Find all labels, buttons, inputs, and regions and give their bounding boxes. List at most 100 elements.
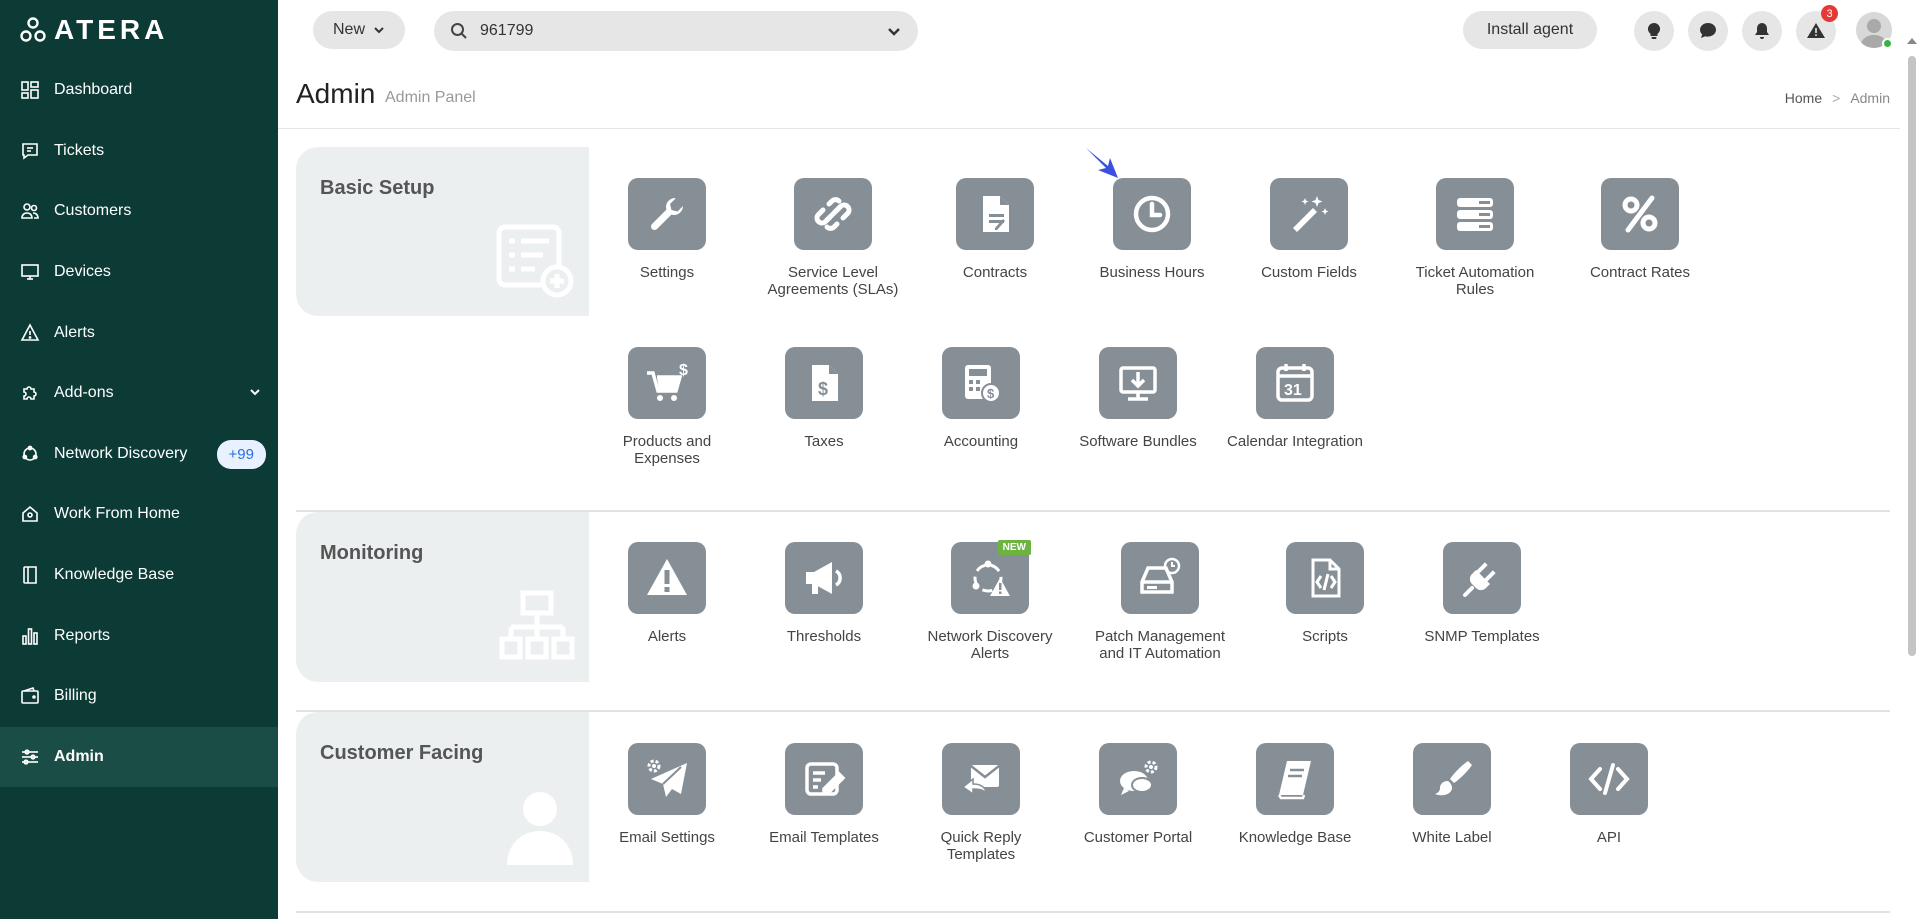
tile-taxes[interactable]: $ Taxes xyxy=(749,347,899,450)
form-add-icon xyxy=(495,223,575,304)
page-title: Admin xyxy=(296,78,376,109)
chat-gear-icon xyxy=(1099,743,1177,815)
tile-contracts[interactable]: Contracts xyxy=(920,178,1070,281)
tile-settings[interactable]: Settings xyxy=(592,178,742,281)
sidebar-item-admin[interactable]: Admin xyxy=(0,726,278,788)
tile-label: Patch Management and IT Automation xyxy=(1094,628,1226,662)
drive-clock-icon xyxy=(1121,542,1199,614)
install-agent-button[interactable]: Install agent xyxy=(1463,11,1597,49)
sidebar-item-alerts[interactable]: Alerts xyxy=(0,302,278,363)
tile-custom-fields[interactable]: Custom Fields xyxy=(1234,178,1384,281)
sidebar-item-knowledge-base[interactable]: Knowledge Base xyxy=(0,545,278,606)
tile-calendar-integration[interactable]: 31 Calendar Integration xyxy=(1220,347,1370,450)
server-stack-icon xyxy=(1436,178,1514,250)
tile-software-bundles[interactable]: Software Bundles xyxy=(1063,347,1213,450)
header-divider xyxy=(278,128,1900,129)
section-title: Basic Setup xyxy=(320,177,435,199)
tile-ticket-automation-rules[interactable]: Ticket Automation Rules xyxy=(1400,178,1550,298)
tile-label: Accounting xyxy=(943,433,1019,450)
sidebar-item-label: Tickets xyxy=(54,141,105,159)
brush-icon xyxy=(1413,743,1491,815)
home-icon xyxy=(20,504,40,524)
svg-text:$: $ xyxy=(679,362,688,379)
calendar-day: 31 xyxy=(1284,382,1302,399)
new-tag-badge: NEW xyxy=(997,540,1031,555)
page-scrollbar[interactable] xyxy=(1904,38,1920,919)
alerts-button[interactable]: 3 xyxy=(1796,5,1838,51)
tile-label: Scripts xyxy=(1302,628,1348,645)
sidebar-item-devices[interactable]: Devices xyxy=(0,242,278,303)
ticket-icon xyxy=(20,141,40,161)
dollar-document-icon: $ xyxy=(785,347,863,419)
code-file-icon xyxy=(1286,542,1364,614)
tile-contract-rates[interactable]: Contract Rates xyxy=(1565,178,1715,281)
sidebar-item-label: Alerts xyxy=(54,323,95,341)
atera-logo-icon xyxy=(20,17,46,42)
tile-email-settings[interactable]: Email Settings xyxy=(592,743,742,846)
tile-label: Products and Expenses xyxy=(622,433,712,467)
tile-slas[interactable]: Service Level Agreements (SLAs) xyxy=(758,178,908,298)
network-discovery-badge: +99 xyxy=(216,439,266,469)
tile-knowledge-base[interactable]: Knowledge Base xyxy=(1220,743,1370,846)
sidebar-item-customers[interactable]: Customers xyxy=(0,181,278,242)
breadcrumb-home[interactable]: Home xyxy=(1785,90,1822,106)
tile-label: Contracts xyxy=(962,264,1028,281)
scroll-up-arrow[interactable] xyxy=(1907,38,1917,44)
sidebar-item-dashboard[interactable]: Dashboard xyxy=(0,60,278,121)
pointer-arrow-icon xyxy=(1086,148,1118,178)
section-divider xyxy=(296,911,1890,913)
tile-api[interactable]: API xyxy=(1534,743,1684,846)
sidebar-item-reports[interactable]: Reports xyxy=(0,605,278,666)
book-icon xyxy=(20,565,40,585)
network-icon xyxy=(20,444,40,464)
tile-customer-portal[interactable]: Customer Portal xyxy=(1063,743,1213,846)
megaphone-icon xyxy=(785,542,863,614)
calculator-icon: $ xyxy=(942,347,1020,419)
tile-network-discovery-alerts[interactable]: NEW Network Discovery Alerts xyxy=(915,540,1065,662)
svg-text:$: $ xyxy=(818,379,828,399)
sidebar-item-addons[interactable]: Add-ons xyxy=(0,363,278,424)
percent-icon xyxy=(1601,178,1679,250)
scroll-thumb[interactable] xyxy=(1908,56,1916,656)
sidebar-item-label: Dashboard xyxy=(54,81,133,99)
section-monitoring: Monitoring Alerts Thresholds NEW Network… xyxy=(296,512,1890,712)
tile-business-hours[interactable]: Business Hours xyxy=(1077,178,1227,281)
sidebar-item-work-from-home[interactable]: Work From Home xyxy=(0,484,278,545)
tile-scripts[interactable]: Scripts xyxy=(1250,542,1400,645)
sidebar-item-label: Billing xyxy=(54,687,97,705)
search-input[interactable] xyxy=(480,22,886,40)
section-customer-facing: Customer Facing Email Settings Email Tem… xyxy=(296,712,1890,919)
tile-patch-management[interactable]: Patch Management and IT Automation xyxy=(1085,542,1235,662)
tile-email-templates[interactable]: Email Templates xyxy=(749,743,899,846)
tile-white-label[interactable]: White Label xyxy=(1377,743,1527,846)
tile-accounting[interactable]: $ Accounting xyxy=(906,347,1056,450)
book-icon xyxy=(1256,743,1334,815)
sidebar-item-billing[interactable]: Billing xyxy=(0,666,278,727)
tile-snmp-templates[interactable]: SNMP Templates xyxy=(1407,542,1557,645)
chevron-down-icon[interactable] xyxy=(886,23,902,39)
tile-label: Contract Rates xyxy=(1589,264,1691,281)
chat-button[interactable] xyxy=(1688,11,1728,51)
sidebar-item-tickets[interactable]: Tickets xyxy=(0,121,278,182)
tile-label: Calendar Integration xyxy=(1227,433,1363,450)
alerts-count-badge: 3 xyxy=(1821,5,1838,22)
global-search[interactable] xyxy=(434,11,918,51)
network-alert-icon: NEW xyxy=(951,540,1031,614)
notifications-button[interactable] xyxy=(1742,11,1782,51)
link-icon xyxy=(794,178,872,250)
new-button[interactable]: New xyxy=(313,11,405,49)
section-panel: Customer Facing xyxy=(296,712,589,882)
tile-quick-reply-templates[interactable]: Quick Reply Templates xyxy=(906,743,1056,863)
chat-bubble-icon xyxy=(1700,23,1716,38)
tile-alerts[interactable]: Alerts xyxy=(592,542,742,645)
atera-logo[interactable]: ATERA xyxy=(20,14,168,46)
tile-label: Quick Reply Templates xyxy=(940,829,1022,863)
tile-thresholds[interactable]: Thresholds xyxy=(749,542,899,645)
lightbulb-button[interactable] xyxy=(1634,11,1674,51)
sidebar-item-network-discovery[interactable]: Network Discovery +99 xyxy=(0,424,278,485)
chevron-down-icon[interactable] xyxy=(248,385,262,399)
tile-products-and-expenses[interactable]: $ Products and Expenses xyxy=(592,347,742,467)
svg-text:$: $ xyxy=(987,386,995,401)
search-icon xyxy=(451,23,467,39)
sidebar: ATERA Dashboard Tickets Customers Device… xyxy=(0,0,278,919)
